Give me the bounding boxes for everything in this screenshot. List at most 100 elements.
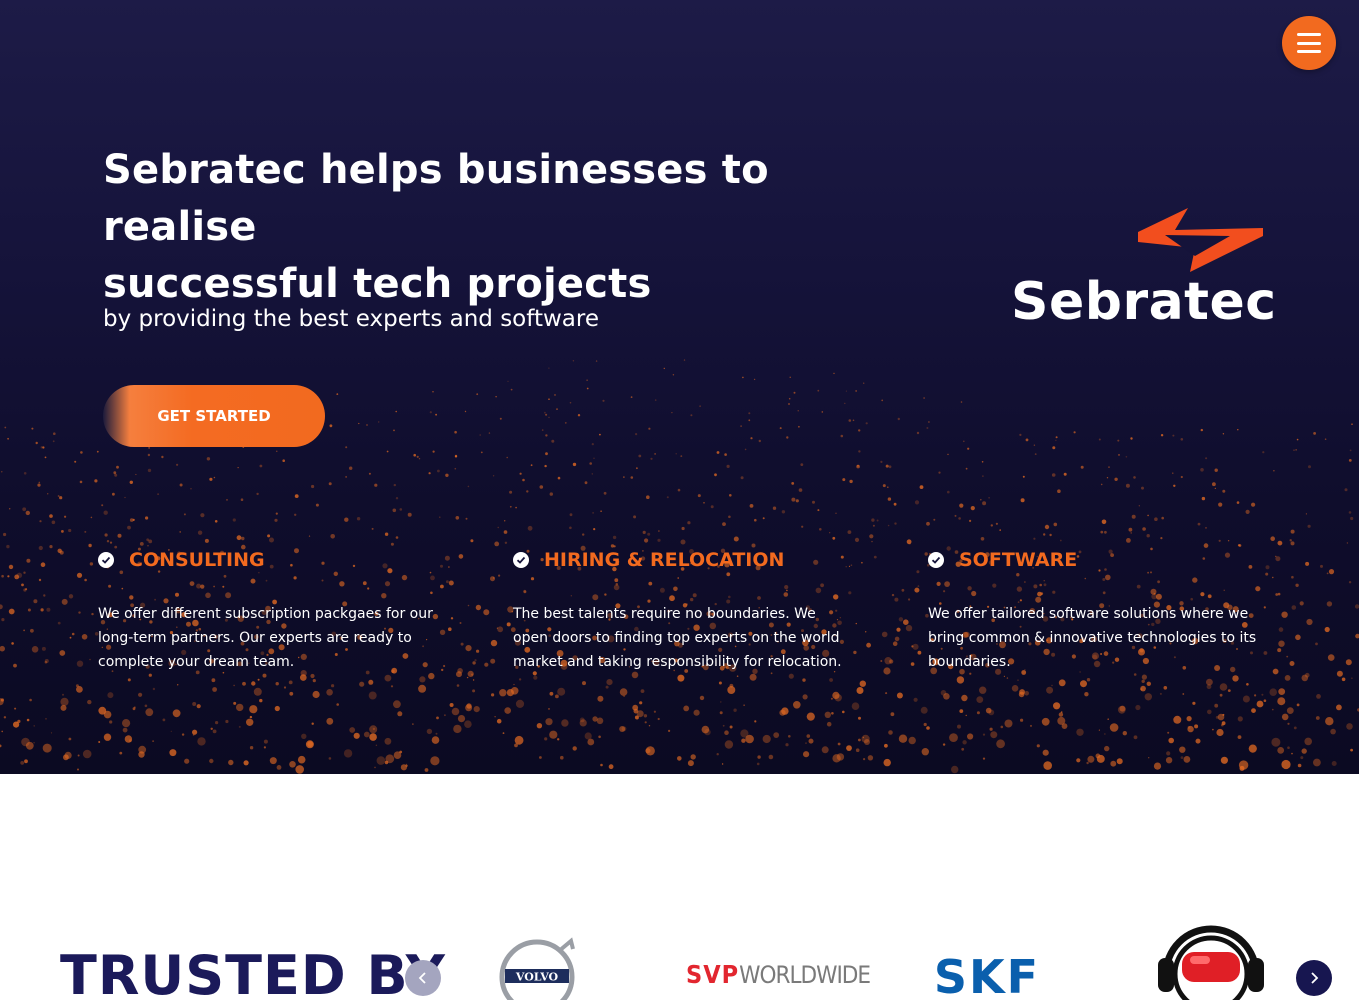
particle-dot <box>522 478 525 482</box>
particle-dot <box>1227 689 1231 692</box>
particle-dot <box>106 540 110 543</box>
particle-dot <box>21 583 24 587</box>
particle-dot <box>768 754 774 760</box>
particle-dot <box>49 545 53 549</box>
particle-dot <box>479 434 482 436</box>
particle-dot <box>1192 701 1196 705</box>
particle-dot <box>1277 540 1283 546</box>
particle-dot <box>49 514 53 518</box>
particle-dot <box>78 611 81 614</box>
particle-dot <box>1117 705 1126 714</box>
particle-dot <box>196 704 201 709</box>
particle-dot <box>1030 724 1032 727</box>
particle-dot <box>544 737 548 741</box>
particle-dot <box>762 734 771 744</box>
particle-dot <box>504 541 508 544</box>
particle-dot <box>873 555 877 559</box>
particle-dot <box>842 478 846 482</box>
particle-dot <box>1 574 4 578</box>
particle-dot <box>995 522 999 525</box>
particle-dot <box>564 422 567 424</box>
particle-dot <box>184 758 190 764</box>
particle-dot <box>1133 735 1138 740</box>
particle-dot <box>1324 438 1327 441</box>
particle-dot <box>43 594 46 597</box>
particle-dot <box>263 746 266 749</box>
particle-dot <box>326 689 333 696</box>
particle-dot <box>259 698 263 703</box>
particle-dot <box>312 690 320 699</box>
particle-dot <box>38 545 43 551</box>
carousel-prev-button[interactable] <box>405 960 441 996</box>
particle-dot <box>1256 700 1264 708</box>
sebratec-logo-text[interactable]: Sebratec <box>1011 272 1277 332</box>
particle-dot <box>23 629 25 632</box>
particle-dot <box>1101 519 1107 525</box>
particle-dot <box>42 743 52 753</box>
feature-description: We offer tailored software solutions whe… <box>928 606 1257 670</box>
particle-dot <box>1207 709 1212 715</box>
particle-dot <box>555 694 559 699</box>
particle-dot <box>514 735 524 745</box>
particle-dot <box>152 740 155 742</box>
particle-dot <box>1003 675 1006 678</box>
particle-dot <box>1033 537 1036 540</box>
particle-dot <box>1055 436 1058 439</box>
particle-dot <box>928 421 930 423</box>
particle-dot <box>630 476 634 479</box>
particle-dot <box>1206 684 1212 690</box>
particle-dot <box>1173 484 1176 487</box>
particle-dot <box>76 686 83 693</box>
particle-dot <box>267 534 271 538</box>
particle-dot <box>210 727 213 730</box>
particle-dot <box>1033 444 1036 446</box>
particle-dot <box>636 467 638 470</box>
particle-dot <box>241 536 245 541</box>
particle-dot <box>602 399 605 402</box>
particle-dot <box>630 396 633 398</box>
particle-dot <box>490 576 495 582</box>
particle-dot <box>1324 626 1330 633</box>
particle-dot <box>1222 433 1225 435</box>
particle-dot <box>1297 763 1302 768</box>
particle-dot <box>903 619 909 625</box>
get-started-button[interactable]: GET STARTED <box>103 385 325 447</box>
particle-dot <box>1248 744 1257 753</box>
particle-dot <box>311 722 314 725</box>
particle-dot <box>20 761 25 765</box>
particle-dot <box>315 503 319 507</box>
particle-dot <box>1131 514 1136 519</box>
particle-dot <box>57 621 61 625</box>
particle-dot <box>754 518 757 522</box>
particle-dot <box>1195 738 1201 744</box>
particle-dot <box>582 533 585 536</box>
particle-dot <box>677 756 682 761</box>
particle-dot <box>1140 688 1143 691</box>
carousel-next-button[interactable] <box>1296 960 1332 996</box>
particle-dot <box>90 516 93 519</box>
particle-dot <box>788 397 791 400</box>
particle-dot <box>1183 756 1191 763</box>
particle-dot <box>1354 604 1359 609</box>
particle-dot <box>793 701 801 709</box>
particle-dot <box>148 673 152 677</box>
particle-dot <box>213 476 216 479</box>
particle-dot <box>236 703 244 712</box>
particle-dot <box>1154 517 1158 521</box>
particle-dot <box>1011 685 1019 692</box>
particle-dot <box>1 730 3 733</box>
particle-dot <box>301 733 307 739</box>
particle-dot <box>144 704 148 708</box>
particle-dot <box>817 509 820 512</box>
particle-dot <box>179 483 183 487</box>
particle-dot <box>76 660 84 667</box>
particle-dot <box>855 390 857 392</box>
particle-dot <box>1116 758 1123 765</box>
particle-dot <box>724 740 734 749</box>
particle-dot <box>368 691 377 700</box>
particle-dot <box>595 360 598 362</box>
particle-dot <box>1052 446 1056 450</box>
particle-dot <box>68 594 74 599</box>
menu-button[interactable] <box>1282 16 1336 70</box>
particle-dot <box>356 517 361 521</box>
